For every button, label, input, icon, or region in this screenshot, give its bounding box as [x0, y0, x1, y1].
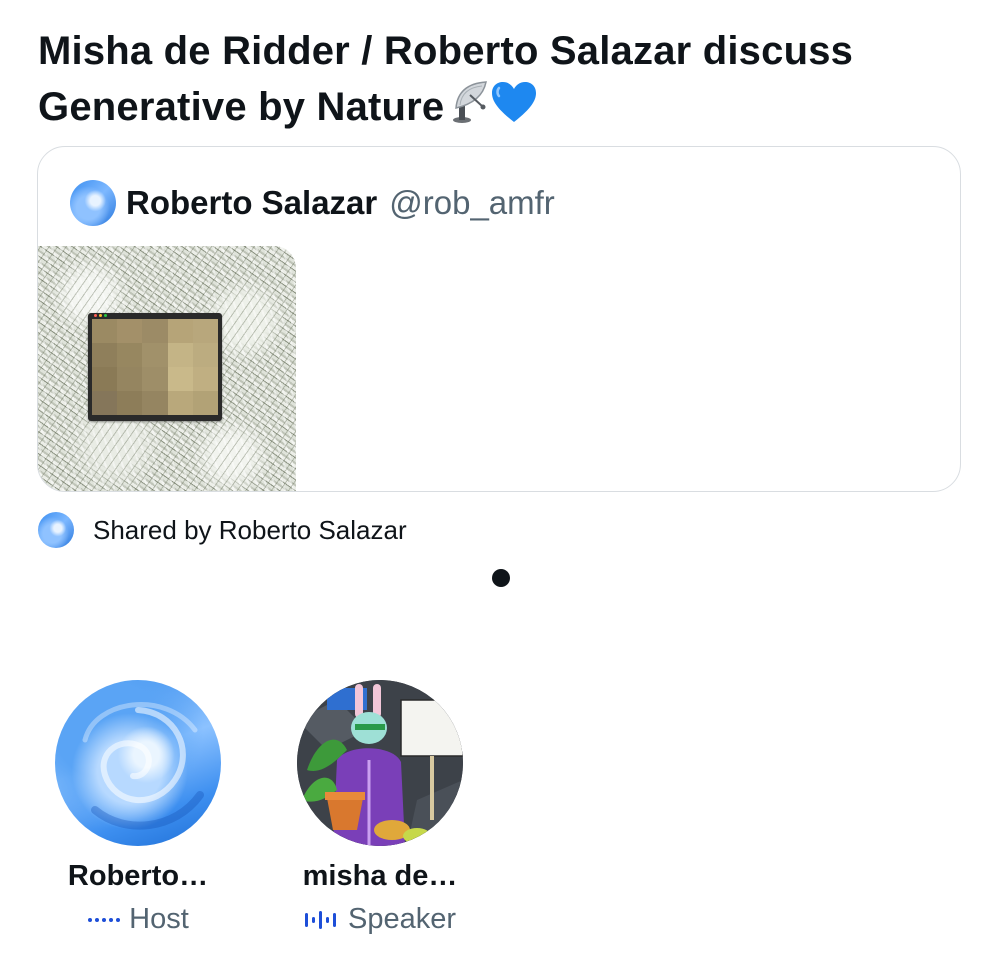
laptop-image	[88, 313, 222, 421]
author-handle: @rob_amfr	[389, 184, 555, 221]
space-title-text: Misha de Ridder / Roberto Salazar discus…	[38, 29, 854, 129]
shared-by-row: Shared by Roberto Salazar	[38, 512, 407, 548]
title-emoji	[452, 78, 552, 140]
sharer-avatar	[38, 512, 74, 548]
satellite-dish-icon	[453, 81, 537, 123]
tweet-author-header: Roberto Salazar @rob_amfr	[70, 179, 555, 227]
window-controls	[94, 314, 107, 317]
swirl-pattern	[82, 702, 204, 830]
host-avatar[interactable]	[55, 680, 221, 846]
host-role-label: Host	[129, 903, 189, 935]
speaker-role: Speaker	[290, 903, 470, 936]
space-title: Misha de Ridder / Roberto Salazar discus…	[38, 24, 968, 140]
shared-tweet-card[interactable]: Roberto Salazar @rob_amfr	[37, 146, 961, 492]
participant-speaker[interactable]: misha de… Speaker	[290, 680, 470, 936]
bunny-skeleton-artwork	[297, 680, 463, 846]
author-name: Roberto Salazar	[126, 184, 378, 221]
speaker-name: misha de…	[302, 860, 458, 892]
blurred-screen	[92, 319, 218, 415]
host-role: Host	[48, 903, 228, 936]
pagination-dot	[492, 569, 510, 587]
author-avatar	[70, 180, 116, 226]
host-name: Roberto…	[67, 860, 209, 892]
shared-by-text: Shared by Roberto Salazar	[93, 514, 407, 545]
host-dots-icon	[88, 917, 121, 922]
tweet-media-thumbnail[interactable]	[38, 246, 296, 491]
speaker-role-label: Speaker	[347, 903, 456, 935]
speaker-bars-icon	[304, 910, 336, 929]
speaker-avatar[interactable]	[297, 680, 463, 846]
participant-host[interactable]: Roberto… Host	[48, 680, 228, 936]
